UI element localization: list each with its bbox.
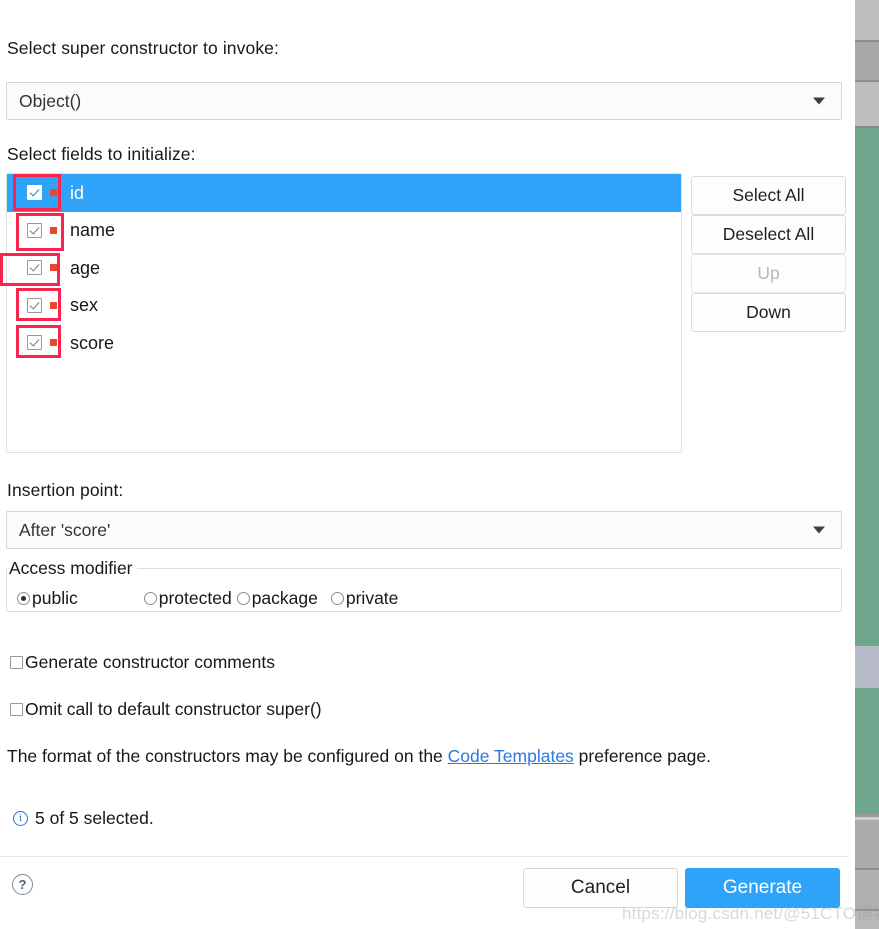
omit-super-call-row[interactable]: Omit call to default constructor super() [10,699,322,720]
omit-super-call-checkbox[interactable] [10,703,23,716]
generate-constructor-dialog: Select super constructor to invoke: Obje… [0,0,848,929]
field-visibility-icon [49,300,58,310]
field-name-label: name [70,220,116,241]
field-checkbox[interactable] [27,222,42,238]
access-modifier-group: Access modifier public protected package pr… [6,558,842,612]
field-name-label: score [70,332,115,353]
field-checkbox[interactable] [27,260,42,276]
table-row[interactable]: name [7,212,681,250]
down-button[interactable]: Down [691,293,846,332]
table-row[interactable]: score [7,324,681,362]
omit-super-call-label: Omit call to default constructor super() [25,699,322,719]
table-row[interactable]: sex [7,287,681,325]
super-constructor-label: Select super constructor to invoke: [7,38,279,58]
chevron-down-icon [813,526,825,534]
radio-button[interactable] [330,591,344,605]
field-visibility-icon [49,188,58,198]
cancel-button[interactable]: Cancel [523,868,678,908]
edge-segment [855,646,879,688]
note-prefix: The format of the constructors may be co… [7,746,448,766]
super-constructor-value: Object() [19,90,82,111]
table-row[interactable]: id [7,174,681,212]
field-checkbox[interactable] [27,335,42,351]
code-templates-note: The format of the constructors may be co… [7,746,711,767]
access-modifier-options: public protected package private [7,579,841,617]
radio-button[interactable] [17,591,30,605]
super-constructor-combo[interactable]: Object() [6,82,842,120]
up-button: Up [691,254,846,293]
field-checkbox[interactable] [27,185,42,201]
table-row[interactable]: age [7,249,681,287]
select-all-button[interactable]: Select All [691,176,846,215]
edge-segment [855,688,879,814]
edge-scroll-track[interactable] [855,0,879,929]
edge-segment [855,870,879,909]
info-icon: i [13,811,28,826]
generate-comments-row[interactable]: Generate constructor comments [10,652,275,673]
select-fields-label: Select fields to initialize: [7,144,196,164]
radio-button[interactable] [236,591,250,605]
insertion-point-label: Insertion point: [7,480,124,500]
help-icon[interactable]: ? [12,874,33,895]
radio-button[interactable] [143,591,157,605]
generate-button[interactable]: Generate [685,868,840,908]
access-modifier-private[interactable]: private [330,587,399,609]
radio-label: package [251,587,318,608]
access-modifier-public[interactable]: public [17,588,78,609]
access-modifier-package[interactable]: package [236,587,318,609]
edge-segment [855,0,879,40]
edge-segment [855,82,879,126]
status-bar: i 5 of 5 selected. [13,808,154,829]
access-modifier-protected[interactable]: protected [143,587,232,609]
footer-buttons: Cancel Generate [523,868,840,908]
status-text: 5 of 5 selected. [35,808,154,828]
field-name-label: age [70,257,101,278]
field-name-label: id [70,182,85,203]
generate-comments-label: Generate constructor comments [25,652,275,672]
access-modifier-legend: Access modifier [9,558,133,578]
field-visibility-icon [49,263,58,273]
field-checkbox[interactable] [27,297,42,313]
insertion-point-combo[interactable]: After 'score' [6,511,842,549]
fields-area: id name age sex score Select All Deselect All… [6,173,846,453]
field-visibility-icon [49,338,58,348]
radio-label: private [345,587,399,608]
footer-divider [0,856,848,857]
edge-segment [855,911,879,929]
edge-segment [855,42,879,80]
right-edge-strip [848,0,879,929]
radio-label: public [32,587,78,608]
insertion-point-value: After 'score' [19,519,111,540]
generate-comments-checkbox[interactable] [10,656,23,669]
fields-listbox[interactable]: id name age sex score [6,173,682,453]
edge-segment [855,128,879,646]
edge-segment [855,820,879,868]
fields-side-buttons: Select All Deselect All Up Down [691,173,846,453]
chevron-down-icon [813,97,825,105]
note-suffix: preference page. [573,746,711,766]
deselect-all-button[interactable]: Deselect All [691,215,846,254]
field-visibility-icon [49,225,58,235]
radio-label: protected [158,587,232,608]
field-name-label: sex [70,295,99,316]
code-templates-link[interactable]: Code Templates [448,746,574,766]
